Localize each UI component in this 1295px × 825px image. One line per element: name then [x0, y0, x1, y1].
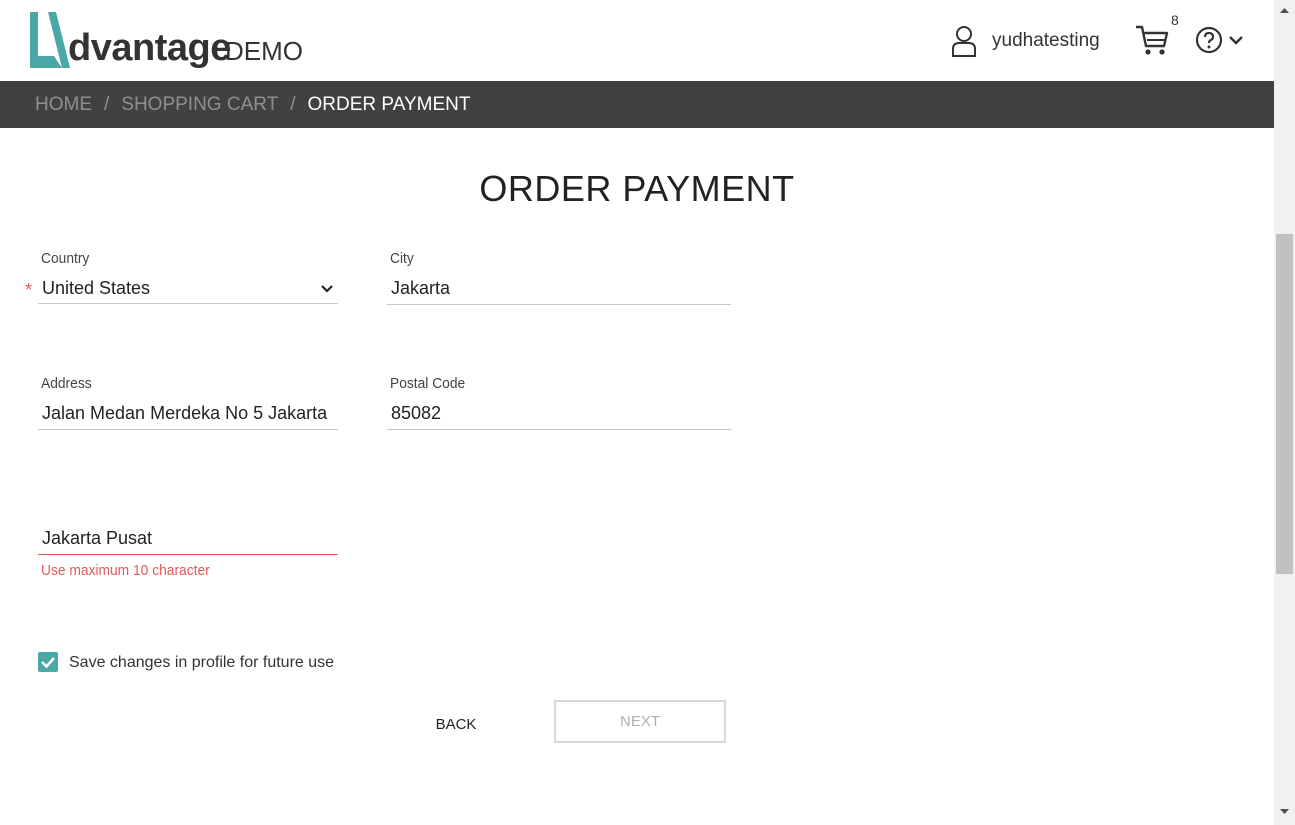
country-value: United States — [42, 278, 151, 298]
scrollbar-thumb[interactable] — [1276, 234, 1293, 574]
username-label: yudhatesting — [992, 30, 1100, 51]
back-button[interactable]: BACK — [420, 708, 492, 740]
country-label: Country — [41, 250, 90, 267]
cart-icon — [1136, 25, 1169, 55]
state-underline-error — [38, 554, 338, 555]
scroll-down-arrow-icon[interactable] — [1276, 806, 1293, 818]
logo-a-mark-icon — [30, 12, 70, 68]
postal-code-underline — [387, 429, 731, 430]
page-title: ORDER PAYMENT — [479, 168, 795, 209]
cart-count-badge: 8 — [1171, 12, 1179, 28]
logo-demo-text: DEMO — [225, 36, 303, 66]
postal-code-field[interactable]: Postal Code 85082 — [387, 375, 731, 431]
chevron-down-icon — [321, 285, 333, 293]
address-underline — [38, 429, 338, 430]
city-value: Jakarta — [391, 278, 451, 298]
logo-wordmark: dvantage — [68, 27, 231, 69]
address-value: Jalan Medan Merdeka No 5 Jakarta — [42, 403, 328, 423]
breadcrumb-current: ORDER PAYMENT — [307, 93, 471, 115]
breadcrumb-bar: HOME / SHOPPING CART / ORDER PAYMENT — [0, 81, 1274, 128]
save-profile-label[interactable]: Save changes in profile for future use — [69, 654, 334, 672]
help-menu[interactable] — [1195, 26, 1245, 54]
breadcrumb: HOME / SHOPPING CART / ORDER PAYMENT — [35, 81, 470, 128]
postal-code-value: 85082 — [391, 403, 442, 423]
user-menu[interactable]: yudhatesting — [950, 24, 1100, 58]
chevron-down-icon — [1229, 36, 1243, 45]
city-label: City — [390, 250, 414, 267]
breadcrumb-separator: / — [104, 93, 110, 115]
country-underline — [38, 303, 338, 304]
next-button[interactable]: NEXT — [554, 700, 726, 743]
city-field[interactable]: City Jakarta — [387, 250, 731, 306]
state-field[interactable]: Jakarta Pusat — [38, 500, 338, 556]
cart-button[interactable] — [1134, 22, 1174, 62]
address-field[interactable]: Address Jalan Medan Merdeka No 5 Jakarta — [38, 375, 338, 431]
save-profile-checkbox[interactable] — [38, 652, 58, 672]
top-header: dvantage DEMO yudhatesting 8 — [0, 0, 1274, 81]
state-value: Jakarta Pusat — [42, 528, 153, 548]
user-icon — [952, 26, 976, 57]
scroll-up-arrow-icon[interactable] — [1276, 4, 1293, 16]
state-error-message: Use maximum 10 character — [41, 562, 210, 579]
checkmark-icon — [41, 657, 55, 669]
country-select[interactable]: Country United States — [38, 250, 338, 306]
help-icon — [1195, 26, 1223, 54]
address-label: Address — [41, 375, 92, 392]
breadcrumb-shopping-cart[interactable]: SHOPPING CART — [121, 94, 278, 116]
required-indicator: * — [25, 280, 33, 300]
breadcrumb-separator: / — [290, 93, 296, 115]
breadcrumb-home[interactable]: HOME — [35, 94, 92, 116]
postal-code-label: Postal Code — [390, 375, 466, 392]
city-underline — [387, 304, 731, 305]
